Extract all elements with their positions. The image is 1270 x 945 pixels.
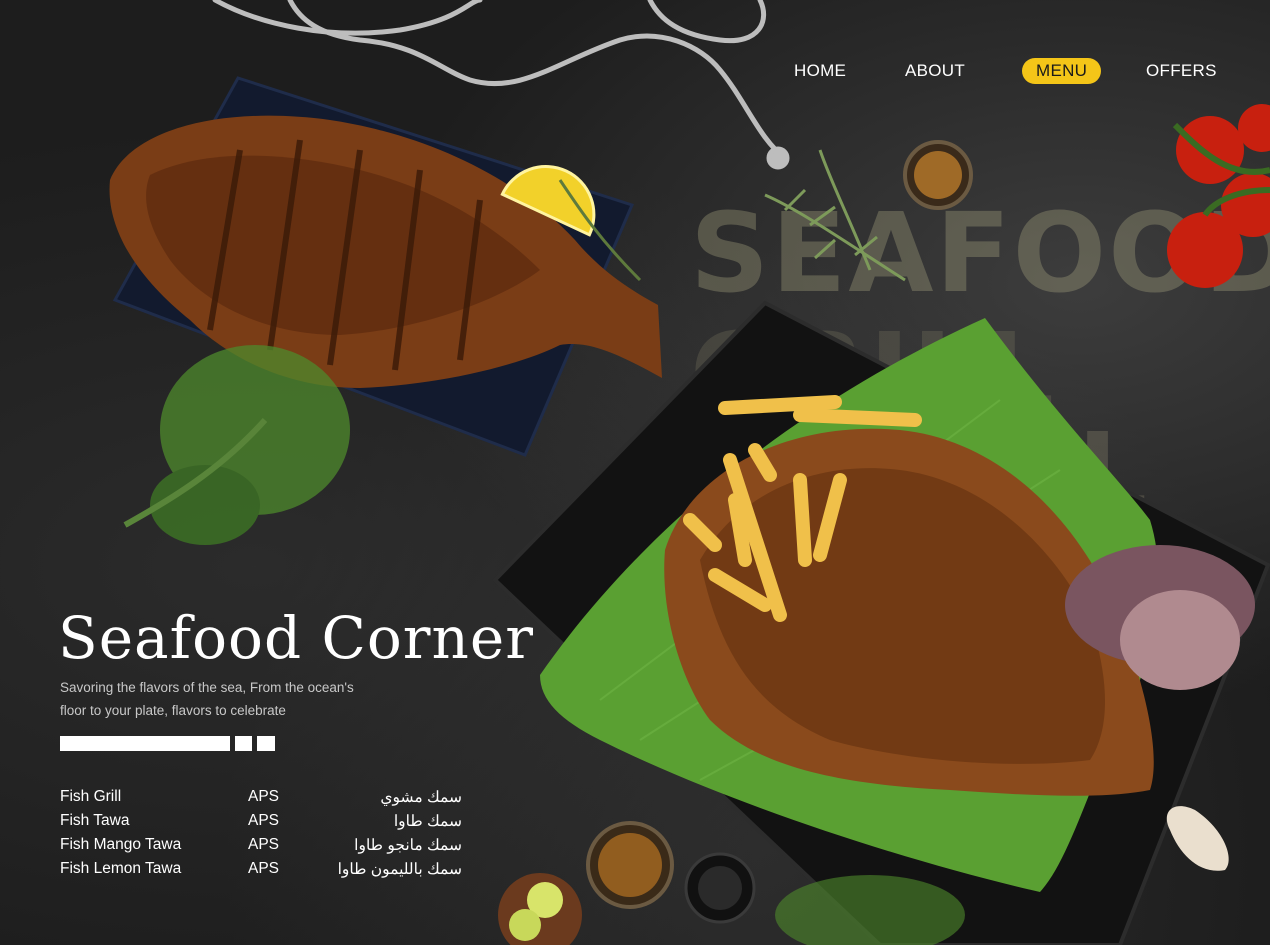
nav-home[interactable]: HOME xyxy=(780,58,860,84)
menu-item: Fish Mango Tawa APS سمك مانجو طاوا xyxy=(60,834,462,858)
menu-item-price: APS xyxy=(248,812,280,829)
menu-item-name: Fish Tawa xyxy=(60,812,130,829)
main-navigation: HOME ABOUT MENU OFFERS xyxy=(780,58,1240,86)
menu-item-price: APS xyxy=(248,788,280,805)
page-subtitle: Savoring the flavors of the sea, From th… xyxy=(60,676,360,722)
menu-item: Fish Tawa APS سمك طاوا xyxy=(60,810,462,834)
decorative-bar xyxy=(60,736,230,751)
nav-about[interactable]: ABOUT xyxy=(891,58,979,84)
subtitle-line: floor to your plate, flavors to celebrat… xyxy=(60,703,286,718)
menu-item-arabic-name: سمك بالليمون طاوا xyxy=(337,861,462,878)
menu-item-arabic-name: سمك مشوي xyxy=(380,789,462,806)
menu-item-arabic-name: سمك مانجو طاوا xyxy=(354,837,462,854)
watermark-text: SEAFOOD xyxy=(690,189,1270,317)
menu-item-name: Fish Lemon Tawa xyxy=(60,860,182,877)
menu-item: Fish Grill APS سمك مشوي xyxy=(60,786,462,810)
menu-list: Fish Grill APS سمك مشوي Fish Tawa APS سم… xyxy=(60,786,462,882)
subtitle-line: Savoring the flavors of the sea, From th… xyxy=(60,680,354,695)
nav-menu[interactable]: MENU xyxy=(1022,58,1102,84)
menu-item-name: Fish Mango Tawa xyxy=(60,836,182,853)
decorative-bar xyxy=(235,736,252,751)
menu-item: Fish Lemon Tawa APS سمك بالليمون طاوا xyxy=(60,858,462,882)
decorative-bar xyxy=(257,736,275,751)
page-title: Seafood Corner xyxy=(58,604,534,672)
menu-item-price: APS xyxy=(248,836,280,853)
menu-item-name: Fish Grill xyxy=(60,788,122,805)
menu-item-arabic-name: سمك طاوا xyxy=(393,813,462,830)
menu-item-price: APS xyxy=(248,860,280,877)
nav-offers[interactable]: OFFERS xyxy=(1132,58,1231,84)
watermark-text: AL xyxy=(990,409,1150,537)
